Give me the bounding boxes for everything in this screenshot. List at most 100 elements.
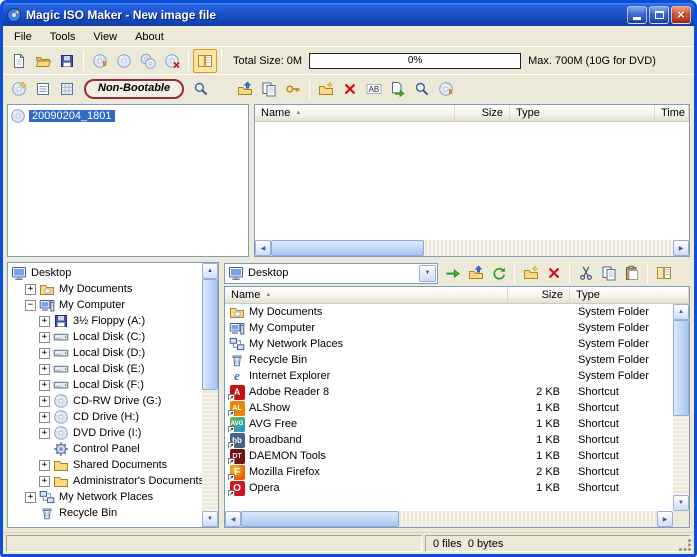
address-combo[interactable]: Desktop ▼ (224, 262, 438, 284)
tree-expand-toggle[interactable]: + (25, 491, 36, 503)
scrollbar-track[interactable] (673, 320, 689, 495)
column-header-size[interactable]: Size (455, 105, 510, 121)
scrollbar-thumb[interactable] (673, 320, 689, 417)
write-disc-button[interactable] (88, 49, 112, 73)
sector-edit-button[interactable] (55, 77, 79, 101)
scroll-up-button[interactable]: ▲ (202, 263, 218, 279)
file-row[interactable]: bb ↗ broadband 1 KB Shortcut (225, 432, 673, 448)
menu-about[interactable]: About (127, 29, 172, 45)
tree-expand-toggle[interactable]: − (25, 299, 36, 311)
scroll-right-button[interactable]: ▶ (657, 511, 673, 527)
cut-button[interactable] (574, 262, 597, 284)
file-row[interactable]: F ↗ Mozilla Firefox 2 KB Shortcut (225, 464, 673, 480)
column-header-time[interactable]: Time (655, 105, 689, 121)
tree-item[interactable]: + Local Disk (D:) (8, 345, 202, 361)
scrollbar-thumb[interactable] (241, 511, 400, 527)
tree-item[interactable]: Desktop (8, 265, 202, 281)
scroll-right-button[interactable]: ▶ (673, 240, 689, 256)
file-row[interactable]: My Computer System Folder (225, 320, 673, 336)
column-header-size[interactable]: Size (508, 287, 570, 303)
menu-file[interactable]: File (6, 29, 40, 45)
file-row[interactable]: Recycle Bin System Folder (225, 352, 673, 368)
vertical-scrollbar[interactable]: ▲ ▼ (673, 304, 689, 511)
copy-button[interactable] (597, 262, 620, 284)
image-properties-button[interactable] (31, 77, 55, 101)
menu-view[interactable]: View (85, 29, 125, 45)
tree-expand-toggle[interactable]: + (39, 347, 50, 359)
minimize-button[interactable] (627, 5, 647, 24)
copy-files-button[interactable] (257, 77, 281, 101)
horizontal-scrollbar[interactable]: ◀ ▶ (255, 240, 689, 256)
tree-item[interactable]: + Administrator's Documents (8, 473, 202, 489)
burn-key-button[interactable] (281, 77, 305, 101)
vertical-scrollbar[interactable]: ▲ ▼ (202, 263, 218, 527)
tree-item[interactable]: − My Computer (8, 297, 202, 313)
scroll-down-button[interactable]: ▼ (202, 511, 218, 527)
burn-cd-button[interactable] (434, 77, 458, 101)
file-row[interactable]: e Internet Explorer System Folder (225, 368, 673, 384)
image-root-item[interactable]: 20090204_1801 (10, 107, 246, 124)
maximize-button[interactable] (649, 5, 669, 24)
extract-button[interactable] (386, 77, 410, 101)
tree-expand-toggle[interactable]: + (39, 379, 50, 391)
tree-expand-toggle[interactable]: + (39, 411, 50, 423)
file-row[interactable]: DT ↗ DAEMON Tools 1 KB Shortcut (225, 448, 673, 464)
search-button[interactable] (410, 77, 434, 101)
tree-expand-toggle[interactable]: + (39, 459, 50, 471)
title-bar[interactable]: Magic ISO Maker - New image file × (3, 3, 694, 26)
up-directory-button[interactable] (233, 77, 257, 101)
image-content-list[interactable] (255, 122, 689, 240)
tree-expand-toggle[interactable]: + (39, 427, 50, 439)
tree-item[interactable]: + My Network Places (8, 489, 202, 505)
scroll-left-button[interactable]: ◀ (255, 240, 271, 256)
delete-button[interactable] (338, 77, 362, 101)
open-image-button[interactable] (31, 49, 55, 73)
rename-button[interactable] (362, 77, 386, 101)
file-row[interactable]: My Network Places System Folder (225, 336, 673, 352)
tree-item[interactable]: + Local Disk (F:) (8, 377, 202, 393)
scroll-down-button[interactable]: ▼ (673, 495, 689, 511)
make-image-from-cd-button[interactable] (112, 49, 136, 73)
tree-expand-toggle[interactable]: + (39, 363, 50, 375)
scrollbar-track[interactable] (202, 279, 218, 511)
column-header-name[interactable]: Name ▲ (255, 105, 455, 121)
go-button[interactable] (441, 262, 464, 284)
tree-item[interactable]: + Shared Documents (8, 457, 202, 473)
refresh-button[interactable] (487, 262, 510, 284)
tree-expand-toggle[interactable]: + (39, 315, 50, 327)
new-session-button[interactable] (7, 77, 31, 101)
column-header-type[interactable]: Type (570, 287, 689, 303)
tree-expand-toggle[interactable]: + (39, 475, 50, 487)
new-image-button[interactable] (7, 49, 31, 73)
file-row[interactable]: AVG ↗ AVG Free 1 KB Shortcut (225, 416, 673, 432)
tree-item[interactable]: +3½ Floppy (A:) (8, 313, 202, 329)
save-image-button[interactable] (55, 49, 79, 73)
tree-expand-toggle[interactable]: + (39, 395, 50, 407)
scrollbar-track[interactable] (271, 240, 673, 256)
scrollbar-thumb[interactable] (202, 279, 218, 391)
tree-item[interactable]: + Local Disk (E:) (8, 361, 202, 377)
scrollbar-track[interactable] (241, 511, 657, 527)
tree-item[interactable]: + My Documents (8, 281, 202, 297)
scroll-up-button[interactable]: ▲ (673, 304, 689, 320)
paste-button[interactable] (620, 262, 643, 284)
file-row[interactable]: My Documents System Folder (225, 304, 673, 320)
tree-item[interactable]: + CD Drive (H:) (8, 409, 202, 425)
horizontal-scrollbar[interactable]: ◀ ▶ (225, 511, 673, 527)
file-list[interactable]: My Documents System Folder My Computer Syst… (225, 304, 673, 511)
copy-disc-button[interactable] (136, 49, 160, 73)
close-button[interactable]: × (671, 5, 691, 24)
menu-tools[interactable]: Tools (42, 29, 84, 45)
tree-item[interactable]: Recycle Bin (8, 505, 202, 521)
file-row[interactable]: O ↗ Opera 1 KB Shortcut (225, 480, 673, 496)
new-folder-button[interactable] (314, 77, 338, 101)
tree-item[interactable]: + DVD Drive (I:) (8, 425, 202, 441)
column-header-name[interactable]: Name ▲ (225, 287, 508, 303)
tree-expand-toggle[interactable]: + (25, 283, 36, 295)
tree-item[interactable]: + CD-RW Drive (G:) (8, 393, 202, 409)
file-row[interactable]: A ↗ Adobe Reader 82 KB Shortcut (225, 384, 673, 400)
folder-tree[interactable]: Desktop + My Documents − My Computer +3½ Flop… (8, 263, 202, 527)
file-row[interactable]: AL ↗ ALShow 1 KB Shortcut (225, 400, 673, 416)
new-folder-button[interactable] (519, 262, 542, 284)
scroll-left-button[interactable]: ◀ (225, 511, 241, 527)
